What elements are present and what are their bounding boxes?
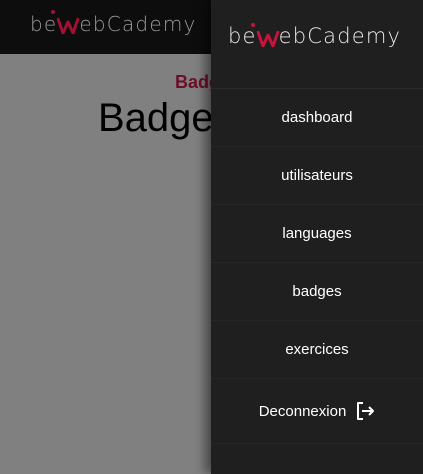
menu-item-exercices[interactable]: exercices: [211, 321, 423, 379]
side-drawer: be ebCademy dashboard utilisateurs langu…: [211, 0, 423, 474]
menu-item-label: badges: [292, 283, 342, 300]
logout-label: Deconnexion: [258, 402, 347, 420]
brand-suffix: ebCademy: [278, 24, 402, 48]
menu-item-dashboard[interactable]: dashboard: [211, 89, 423, 147]
menu-item-badges[interactable]: badges: [211, 263, 423, 321]
brand-w-mark: [250, 23, 279, 47]
brand-prefix: be: [228, 24, 257, 48]
logout-button[interactable]: Deconnexion: [211, 379, 423, 444]
menu-item-label: languages: [282, 225, 352, 242]
drawer-header: be ebCademy: [211, 0, 423, 89]
menu-item-label: dashboard: [281, 109, 353, 126]
drawer-menu: dashboard utilisateurs languages badges …: [211, 89, 423, 444]
logout-icon: [355, 401, 375, 421]
menu-item-label: exercices: [285, 341, 349, 358]
menu-item-languages[interactable]: languages: [211, 205, 423, 263]
drawer-brand-logo[interactable]: be ebCademy: [228, 23, 402, 48]
menu-item-label: utilisateurs: [281, 167, 353, 184]
menu-item-utilisateurs[interactable]: utilisateurs: [211, 147, 423, 205]
